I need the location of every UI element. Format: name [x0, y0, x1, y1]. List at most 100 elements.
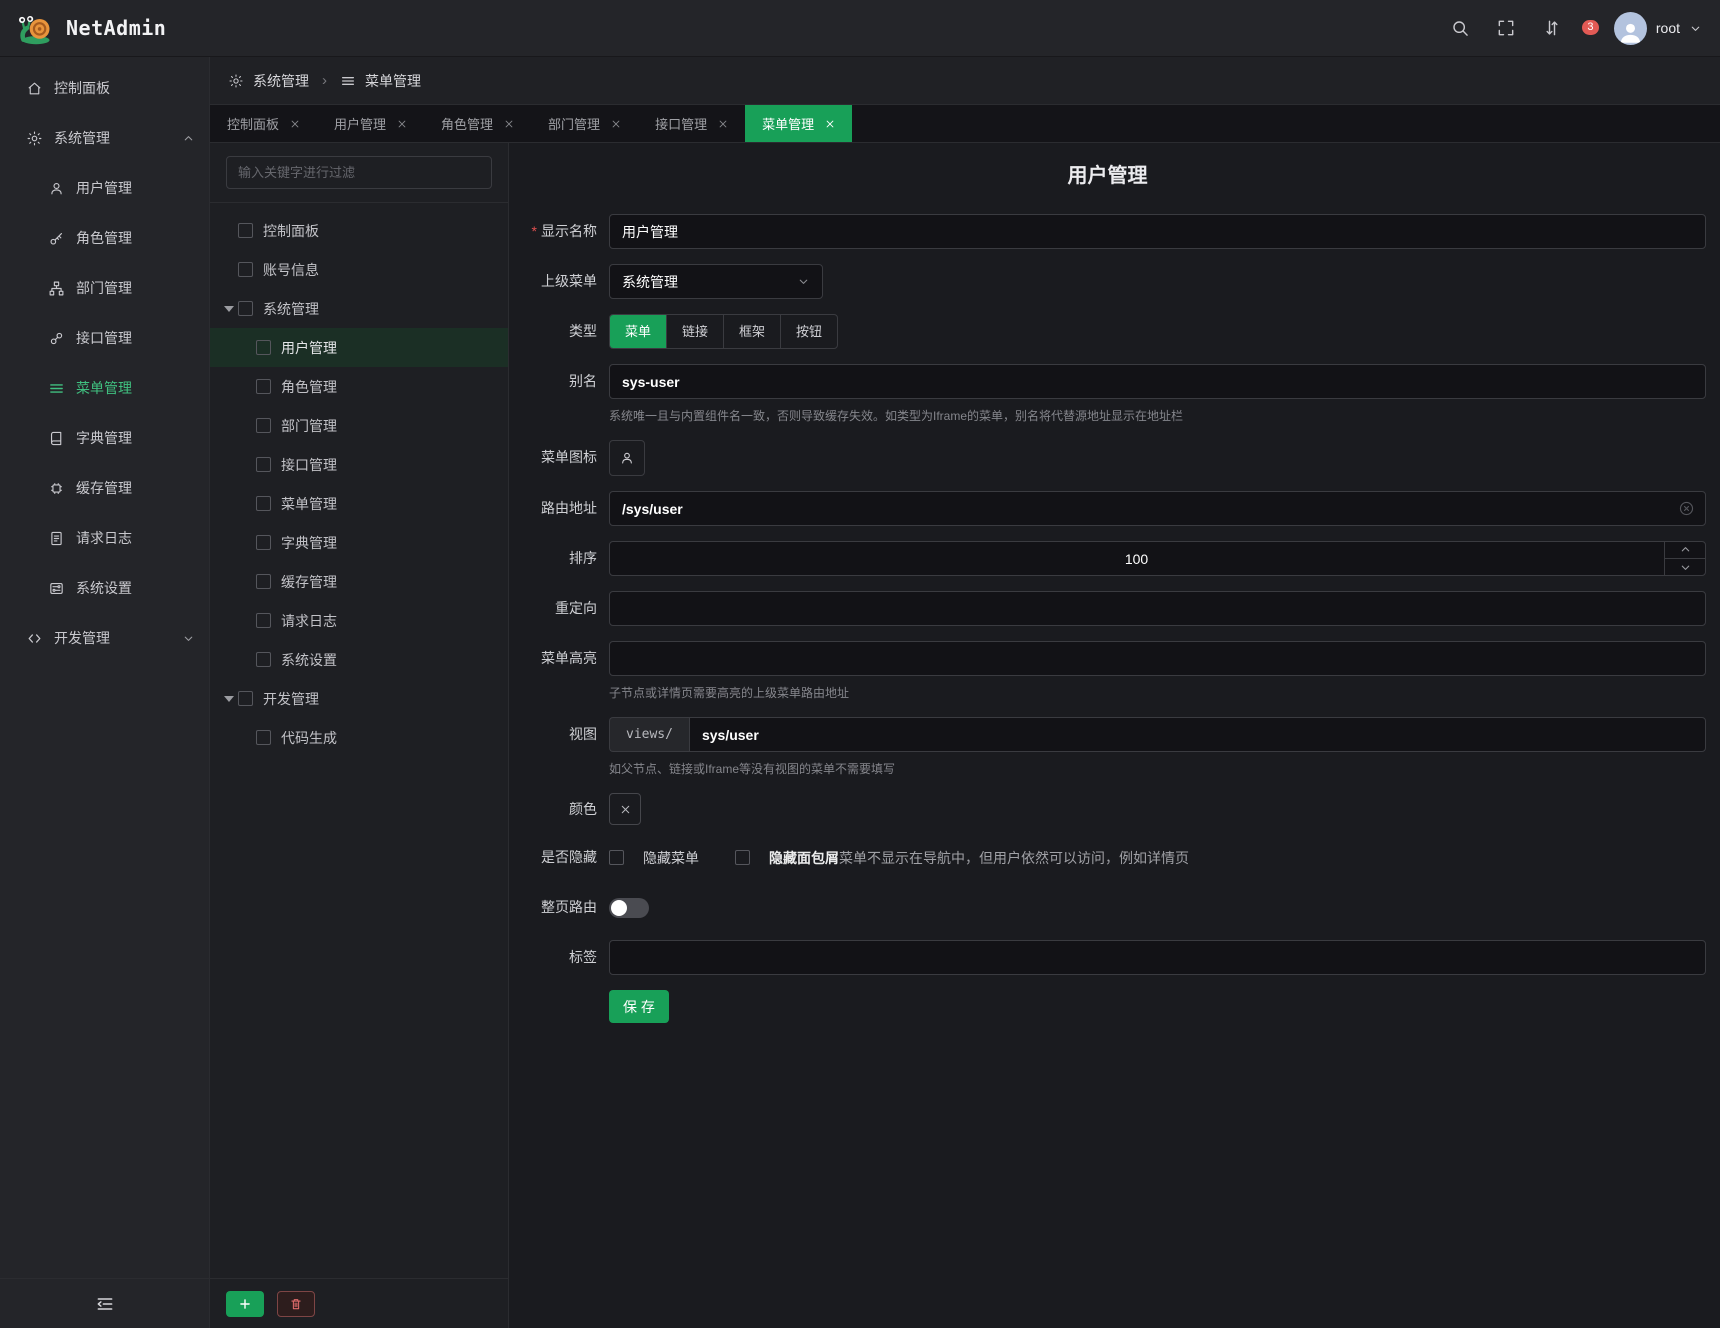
- sidebar-item-dashboard[interactable]: 控制面板: [0, 63, 209, 113]
- color-picker-button[interactable]: [609, 793, 641, 825]
- tree-node[interactable]: 控制面板: [210, 211, 508, 250]
- checkbox[interactable]: [256, 379, 271, 394]
- search-icon[interactable]: [1450, 18, 1470, 38]
- tree-node[interactable]: 开发管理: [210, 679, 508, 718]
- checkbox[interactable]: [256, 574, 271, 589]
- stepper-up-icon[interactable]: [1665, 541, 1706, 558]
- avatar: [1614, 12, 1647, 45]
- type-option-menu[interactable]: 菜单: [610, 315, 666, 348]
- tab-departments[interactable]: 部门管理: [531, 105, 638, 142]
- tree-node[interactable]: 部门管理: [210, 406, 508, 445]
- tree-node[interactable]: 角色管理: [210, 367, 508, 406]
- menu-icon-picker-button[interactable]: [609, 440, 645, 476]
- collapse-sidebar-icon[interactable]: [95, 1294, 115, 1314]
- sidebar-item-system[interactable]: 系统管理: [0, 113, 209, 163]
- redirect-input[interactable]: [609, 591, 1706, 626]
- sidebar-item-menus[interactable]: 菜单管理: [0, 363, 209, 413]
- sidebar-item-departments[interactable]: 部门管理: [0, 263, 209, 313]
- delete-menu-button[interactable]: [277, 1291, 315, 1317]
- clear-icon[interactable]: [1678, 500, 1695, 517]
- close-icon[interactable]: [504, 119, 514, 129]
- save-button[interactable]: 保 存: [609, 990, 669, 1023]
- tree-node[interactable]: 缓存管理: [210, 562, 508, 601]
- caret-down-icon[interactable]: [220, 696, 238, 702]
- close-icon[interactable]: [611, 119, 621, 129]
- field-label: 标签: [509, 940, 609, 975]
- tree-filter-input[interactable]: [226, 156, 492, 189]
- sidebar-item-users[interactable]: 用户管理: [0, 163, 209, 213]
- tab-dashboard[interactable]: 控制面板: [210, 105, 317, 142]
- tree-node[interactable]: 账号信息: [210, 250, 508, 289]
- gear-icon: [26, 130, 43, 147]
- parent-menu-select[interactable]: 系统管理: [609, 264, 823, 299]
- type-option-button[interactable]: 按钮: [780, 315, 837, 348]
- tab-apis[interactable]: 接口管理: [638, 105, 745, 142]
- checkbox[interactable]: [256, 496, 271, 511]
- checkbox[interactable]: [238, 691, 253, 706]
- sidebar-item-cache[interactable]: 缓存管理: [0, 463, 209, 513]
- close-icon[interactable]: [290, 119, 300, 129]
- tab-menus[interactable]: 菜单管理: [745, 105, 852, 142]
- checkbox[interactable]: [256, 340, 271, 355]
- caret-down-icon[interactable]: [220, 306, 238, 312]
- hide-menu-checkbox[interactable]: [609, 850, 624, 865]
- sidebar-item-apis[interactable]: 接口管理: [0, 313, 209, 363]
- full-page-toggle[interactable]: [609, 898, 649, 918]
- gear-icon: [228, 73, 244, 89]
- sidebar-item-request-logs[interactable]: 请求日志: [0, 513, 209, 563]
- sliders-icon: [48, 580, 65, 597]
- tree-node[interactable]: 字典管理: [210, 523, 508, 562]
- sidebar-item-development[interactable]: 开发管理: [0, 613, 209, 663]
- tree-node[interactable]: 请求日志: [210, 601, 508, 640]
- tree-node-selected[interactable]: 用户管理: [210, 328, 508, 367]
- tree-footer: [210, 1278, 508, 1328]
- tag-input[interactable]: [609, 940, 1706, 975]
- tab-users[interactable]: 用户管理: [317, 105, 424, 142]
- type-option-link[interactable]: 链接: [666, 315, 723, 348]
- app-logo[interactable]: NetAdmin: [18, 10, 166, 46]
- highlight-input[interactable]: [609, 641, 1706, 676]
- tree-node[interactable]: 系统设置: [210, 640, 508, 679]
- view-input[interactable]: [689, 717, 1706, 752]
- tree-node[interactable]: 菜单管理: [210, 484, 508, 523]
- breadcrumb-section[interactable]: 系统管理: [253, 71, 309, 91]
- checkbox[interactable]: [256, 613, 271, 628]
- checkbox[interactable]: [256, 730, 271, 745]
- checkbox[interactable]: [256, 418, 271, 433]
- field-label: 是否隐藏: [509, 840, 609, 875]
- close-icon[interactable]: [397, 119, 407, 129]
- breadcrumb-separator: ›: [322, 72, 327, 89]
- sidebar-item-settings[interactable]: 系统设置: [0, 563, 209, 613]
- close-icon[interactable]: [825, 119, 835, 129]
- tree-node[interactable]: 系统管理: [210, 289, 508, 328]
- type-option-frame[interactable]: 框架: [723, 315, 780, 348]
- tab-roles[interactable]: 角色管理: [424, 105, 531, 142]
- book-icon: [48, 430, 65, 447]
- view-help: 如父节点、链接或Iframe等没有视图的菜单不需要填写: [609, 760, 1706, 778]
- checkbox[interactable]: [238, 301, 253, 316]
- user-icon: [619, 450, 635, 466]
- checkbox[interactable]: [238, 223, 253, 238]
- hide-breadcrumb-checkbox[interactable]: [735, 850, 750, 865]
- fullscreen-icon[interactable]: [1496, 18, 1516, 38]
- display-name-input[interactable]: [609, 214, 1706, 249]
- tree-node[interactable]: 代码生成: [210, 718, 508, 757]
- add-menu-button[interactable]: [226, 1291, 264, 1317]
- user-menu[interactable]: root: [1614, 12, 1702, 45]
- alias-input[interactable]: [609, 364, 1706, 399]
- route-input[interactable]: [609, 491, 1706, 526]
- sort-arrows-icon[interactable]: [1542, 18, 1562, 38]
- breadcrumb-page: 菜单管理: [365, 71, 421, 91]
- checkbox[interactable]: [238, 262, 253, 277]
- stepper-down-icon[interactable]: [1665, 558, 1706, 576]
- close-icon[interactable]: [718, 119, 728, 129]
- sort-input[interactable]: [609, 541, 1706, 576]
- tree-node[interactable]: 接口管理: [210, 445, 508, 484]
- checkbox[interactable]: [256, 652, 271, 667]
- breadcrumb: 系统管理 › 菜单管理: [210, 57, 1720, 105]
- checkbox[interactable]: [256, 457, 271, 472]
- hide-breadcrumb-label: 隐藏面包屑: [769, 848, 839, 868]
- sidebar-item-roles[interactable]: 角色管理: [0, 213, 209, 263]
- checkbox[interactable]: [256, 535, 271, 550]
- sidebar-item-dictionaries[interactable]: 字典管理: [0, 413, 209, 463]
